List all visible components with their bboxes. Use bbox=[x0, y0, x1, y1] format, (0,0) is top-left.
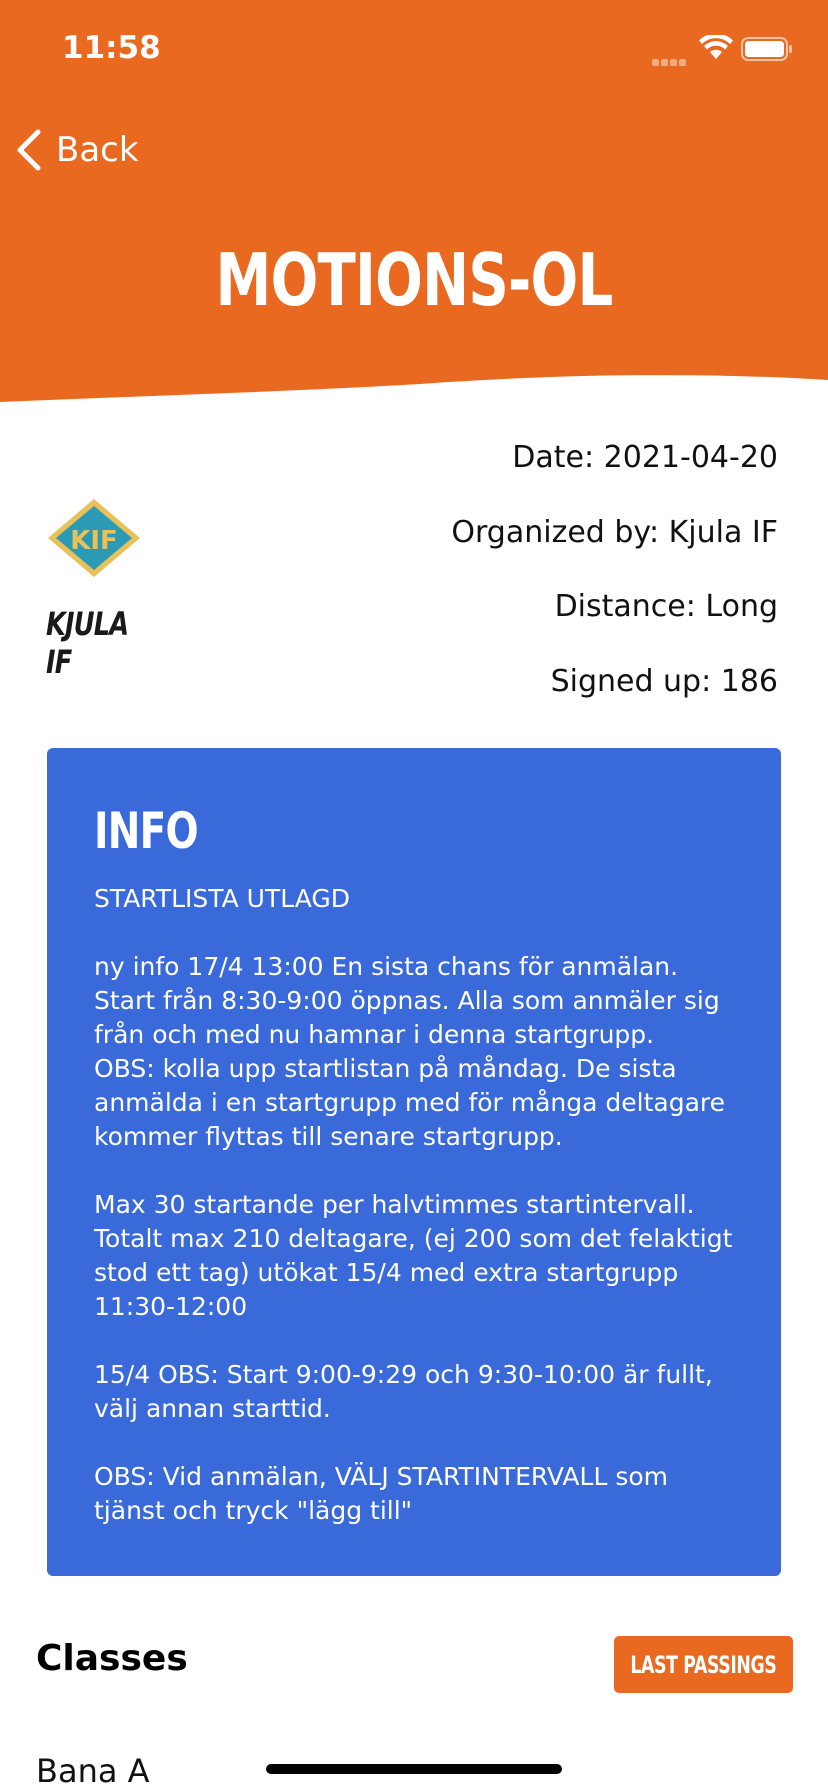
event-distance: Distance: Long bbox=[554, 589, 778, 624]
event-date: Date: 2021-04-20 bbox=[512, 440, 778, 475]
info-line: STARTLISTA UTLAGD bbox=[94, 884, 351, 913]
classes-heading: Classes bbox=[36, 1638, 188, 1679]
last-passings-button[interactable]: LAST PASSINGS bbox=[614, 1636, 793, 1693]
event-signed-up: Signed up: 186 bbox=[550, 664, 778, 699]
info-line: kommer flyttas till senare startgrupp. bbox=[94, 1122, 563, 1151]
last-passings-label: LAST PASSINGS bbox=[630, 1650, 777, 1679]
wifi-icon bbox=[699, 35, 733, 59]
info-gap bbox=[94, 1154, 735, 1188]
info-line: Start från 8:30-9:00 öppnas. Alla som an… bbox=[94, 986, 720, 1015]
club-logo: KIF bbox=[48, 499, 140, 577]
back-label: Back bbox=[56, 130, 139, 170]
info-line: anmälda i en startgrupp med för många de… bbox=[94, 1088, 726, 1117]
club-name: KJULA IF bbox=[46, 605, 129, 681]
cellular-signal-icon bbox=[652, 53, 692, 66]
back-button[interactable]: Back bbox=[14, 126, 139, 174]
info-title: INFO bbox=[94, 802, 199, 860]
info-line: ny info 17/4 13:00 En sista chans för an… bbox=[94, 952, 679, 981]
info-line: OBS: kolla upp startlistan på måndag. De… bbox=[94, 1054, 677, 1083]
class-item-bana-a[interactable]: Bana A bbox=[36, 1752, 150, 1790]
info-line: 11:30-12:00 bbox=[94, 1292, 248, 1321]
info-line: tjänst och tryck "lägg till" bbox=[94, 1496, 413, 1525]
club-logo-text: KIF bbox=[70, 526, 118, 556]
info-line: Totalt max 210 deltagare, (ej 200 som de… bbox=[94, 1224, 733, 1253]
info-card: INFO STARTLISTA UTLAGD ny info 17/4 13:00… bbox=[47, 748, 781, 1576]
info-gap bbox=[94, 1324, 735, 1358]
info-line: OBS: Vid anmälan, VÄLJ STARTINTERVALL so… bbox=[94, 1462, 668, 1491]
header: 11:58 Back MOTIONS-OL bbox=[0, 0, 828, 420]
battery-icon bbox=[741, 37, 792, 61]
info-gap bbox=[94, 1426, 735, 1460]
info-line: välj annan starttid. bbox=[94, 1394, 331, 1423]
page-title: MOTIONS-OL bbox=[215, 238, 613, 322]
info-line: 15/4 OBS: Start 9:00-9:29 och 9:30-10:00… bbox=[94, 1360, 713, 1389]
info-line: från och med nu hamnar i denna startgrup… bbox=[94, 1020, 655, 1049]
status-time: 11:58 bbox=[62, 30, 161, 66]
event-organizer: Organized by: Kjula IF bbox=[451, 515, 778, 550]
chevron-left-icon bbox=[17, 129, 41, 171]
info-line: stod ett tag) utökat 15/4 med extra star… bbox=[94, 1258, 679, 1287]
info-gap bbox=[94, 916, 735, 950]
home-indicator[interactable] bbox=[266, 1764, 562, 1774]
info-body: STARTLISTA UTLAGD ny info 17/4 13:00 En s… bbox=[94, 882, 735, 1528]
info-line: Max 30 startande per halvtimmes startint… bbox=[94, 1190, 695, 1219]
